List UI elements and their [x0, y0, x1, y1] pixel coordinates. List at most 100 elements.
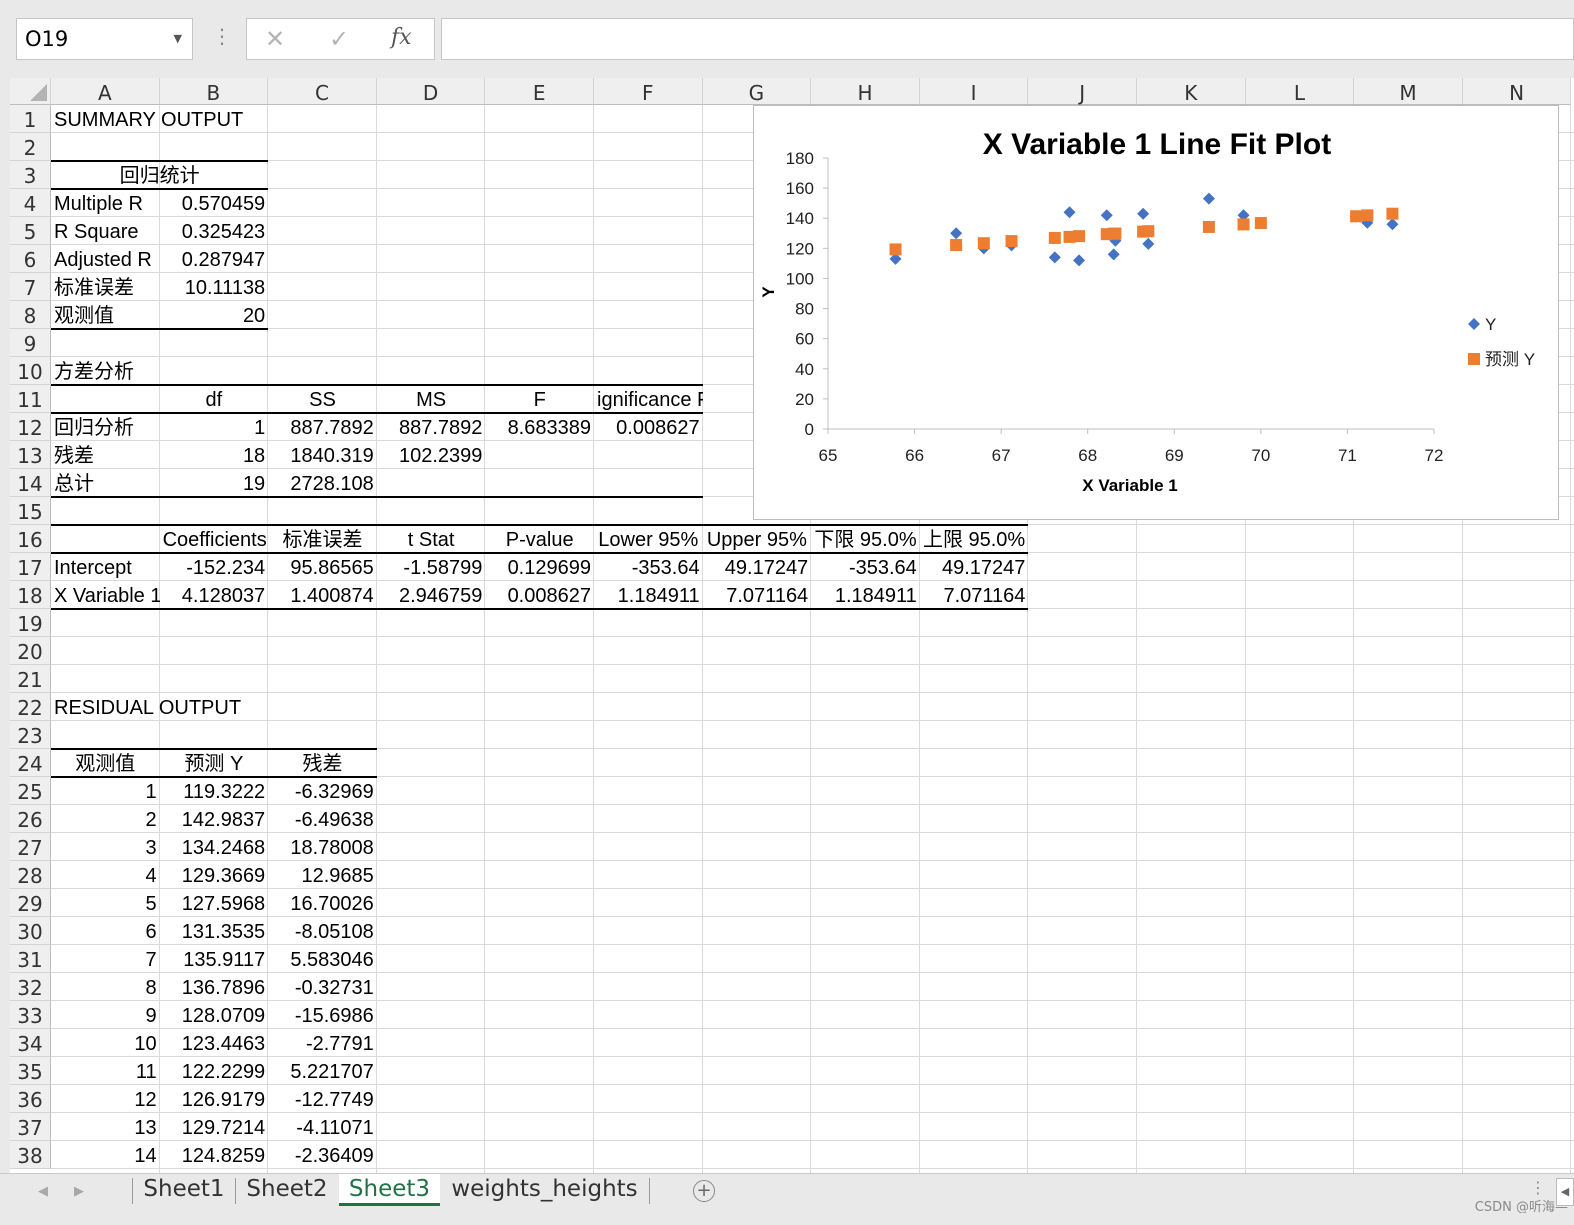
- worksheet-grid[interactable]: ABCDEFGHIJKLMN 1 2 3 4 5 6 7 8 9 10 11 12 13 14 15 16 17…: [0, 78, 1574, 1173]
- column-header[interactable]: K: [1137, 78, 1246, 105]
- stat-value[interactable]: 10.11138: [160, 273, 269, 301]
- column-header[interactable]: M: [1354, 78, 1463, 105]
- coef-header[interactable]: 下限 95.0%: [811, 525, 920, 553]
- residual-cell[interactable]: 122.2299: [160, 1057, 269, 1085]
- residual-cell[interactable]: 136.7896: [160, 973, 269, 1001]
- row-header[interactable]: 19: [10, 609, 51, 637]
- column-header[interactable]: H: [811, 78, 920, 105]
- coef-header[interactable]: Lower 95%: [594, 525, 703, 553]
- row-header[interactable]: 6: [10, 245, 51, 273]
- residual-cell[interactable]: 5.583046: [268, 945, 377, 973]
- tab-sheet2[interactable]: Sheet2: [237, 1174, 337, 1206]
- residual-cell[interactable]: -4.11071: [268, 1113, 377, 1141]
- more-options-icon[interactable]: ⋮: [212, 24, 233, 48]
- residual-cell[interactable]: -2.7791: [268, 1029, 377, 1057]
- formula-input[interactable]: [441, 18, 1574, 60]
- anova-cell[interactable]: 887.7892: [268, 413, 377, 441]
- coef-cell[interactable]: 4.128037: [160, 581, 269, 609]
- coef-cell[interactable]: 1.184911: [594, 581, 703, 609]
- line-fit-chart[interactable]: X Variable 1 Line Fit Plot X Variable 1 …: [753, 105, 1559, 520]
- residual-cell[interactable]: 14: [51, 1141, 160, 1169]
- residual-cell[interactable]: 5.221707: [268, 1057, 377, 1085]
- anova-cell[interactable]: 8.683389: [485, 413, 594, 441]
- coef-cell[interactable]: X Variable 1: [51, 581, 160, 609]
- column-header[interactable]: E: [485, 78, 594, 105]
- coef-cell[interactable]: 2.946759: [377, 581, 486, 609]
- coef-cell[interactable]: 1.184911: [811, 581, 920, 609]
- coef-cell[interactable]: 0.008627: [485, 581, 594, 609]
- residual-cell[interactable]: 127.5968: [160, 889, 269, 917]
- coef-cell[interactable]: 95.86565: [268, 553, 377, 581]
- column-header[interactable]: D: [376, 78, 486, 105]
- row-header[interactable]: 36: [10, 1085, 51, 1113]
- coef-cell[interactable]: 7.071164: [703, 581, 812, 609]
- row-header[interactable]: 5: [10, 217, 51, 245]
- residual-cell[interactable]: 10: [51, 1029, 160, 1057]
- residual-cell[interactable]: 129.7214: [160, 1113, 269, 1141]
- residual-cell[interactable]: 5: [51, 889, 160, 917]
- anova-cell[interactable]: 102.2399: [377, 441, 486, 469]
- insert-function-icon[interactable]: fx: [391, 25, 412, 50]
- residual-cell[interactable]: 131.3535: [160, 917, 269, 945]
- row-header[interactable]: 17: [10, 553, 51, 581]
- row-header[interactable]: 16: [10, 525, 51, 553]
- anova-cell[interactable]: 887.7892: [377, 413, 486, 441]
- tab-sheet1[interactable]: Sheet1: [134, 1174, 234, 1206]
- coef-cell[interactable]: 49.17247: [920, 553, 1029, 581]
- more-options-icon[interactable]: ⋮: [1530, 1178, 1546, 1197]
- anova-cell[interactable]: 残差: [51, 441, 160, 469]
- residual-cell[interactable]: 12: [51, 1085, 160, 1113]
- residual-header[interactable]: 残差: [268, 749, 377, 777]
- residual-cell[interactable]: 4: [51, 861, 160, 889]
- row-header[interactable]: 4: [10, 189, 51, 217]
- row-header[interactable]: 3: [10, 161, 51, 189]
- tab-sheet3[interactable]: Sheet3: [339, 1174, 440, 1206]
- stat-value[interactable]: 0.570459: [160, 189, 269, 217]
- row-header[interactable]: 11: [10, 385, 51, 413]
- residual-header[interactable]: 观测值: [51, 749, 160, 777]
- coef-cell[interactable]: 1.400874: [268, 581, 377, 609]
- residual-cell[interactable]: 126.9179: [160, 1085, 269, 1113]
- anova-header[interactable]: SS: [268, 385, 377, 413]
- column-header[interactable]: B: [159, 78, 269, 105]
- residual-cell[interactable]: 128.0709: [160, 1001, 269, 1029]
- anova-cell[interactable]: 2728.108: [268, 469, 377, 497]
- row-header[interactable]: 25: [10, 777, 51, 805]
- row-header[interactable]: 30: [10, 917, 51, 945]
- residual-cell[interactable]: -15.6986: [268, 1001, 377, 1029]
- residual-cell[interactable]: -12.7749: [268, 1085, 377, 1113]
- residual-title[interactable]: RESIDUAL OUTPUT: [51, 693, 268, 721]
- row-header[interactable]: 35: [10, 1057, 51, 1085]
- residual-cell[interactable]: 18.78008: [268, 833, 377, 861]
- anova-cell[interactable]: 0.008627: [594, 413, 703, 441]
- anova-cell[interactable]: 总计: [51, 469, 160, 497]
- coef-cell[interactable]: 7.071164: [920, 581, 1029, 609]
- anova-cell[interactable]: 1840.319: [268, 441, 377, 469]
- residual-cell[interactable]: -6.49638: [268, 805, 377, 833]
- row-header[interactable]: 23: [10, 721, 51, 749]
- residual-cell[interactable]: 2: [51, 805, 160, 833]
- residual-cell[interactable]: 9: [51, 1001, 160, 1029]
- row-header[interactable]: 32: [10, 973, 51, 1001]
- row-header[interactable]: 34: [10, 1029, 51, 1057]
- row-header[interactable]: 29: [10, 889, 51, 917]
- row-header[interactable]: 22: [10, 693, 51, 721]
- cancel-icon[interactable]: ✕: [265, 25, 285, 53]
- row-header[interactable]: 27: [10, 833, 51, 861]
- row-header[interactable]: 33: [10, 1001, 51, 1029]
- column-header[interactable]: I: [919, 78, 1029, 105]
- column-header[interactable]: G: [702, 78, 812, 105]
- coef-header[interactable]: t Stat: [377, 525, 486, 553]
- scroll-left-icon[interactable]: ◀: [38, 1184, 48, 1199]
- residual-cell[interactable]: 134.2468: [160, 833, 269, 861]
- residual-cell[interactable]: 129.3669: [160, 861, 269, 889]
- row-header[interactable]: 26: [10, 805, 51, 833]
- anova-header[interactable]: MS: [377, 385, 486, 413]
- tab-weights-heights[interactable]: weights_heights: [442, 1174, 647, 1206]
- column-header[interactable]: C: [268, 78, 377, 105]
- stat-label[interactable]: 观测值: [51, 301, 160, 329]
- select-all-button[interactable]: [10, 78, 51, 105]
- residual-cell[interactable]: 13: [51, 1113, 160, 1141]
- anova-cell[interactable]: 19: [160, 469, 269, 497]
- add-sheet-button[interactable]: +: [693, 1180, 715, 1202]
